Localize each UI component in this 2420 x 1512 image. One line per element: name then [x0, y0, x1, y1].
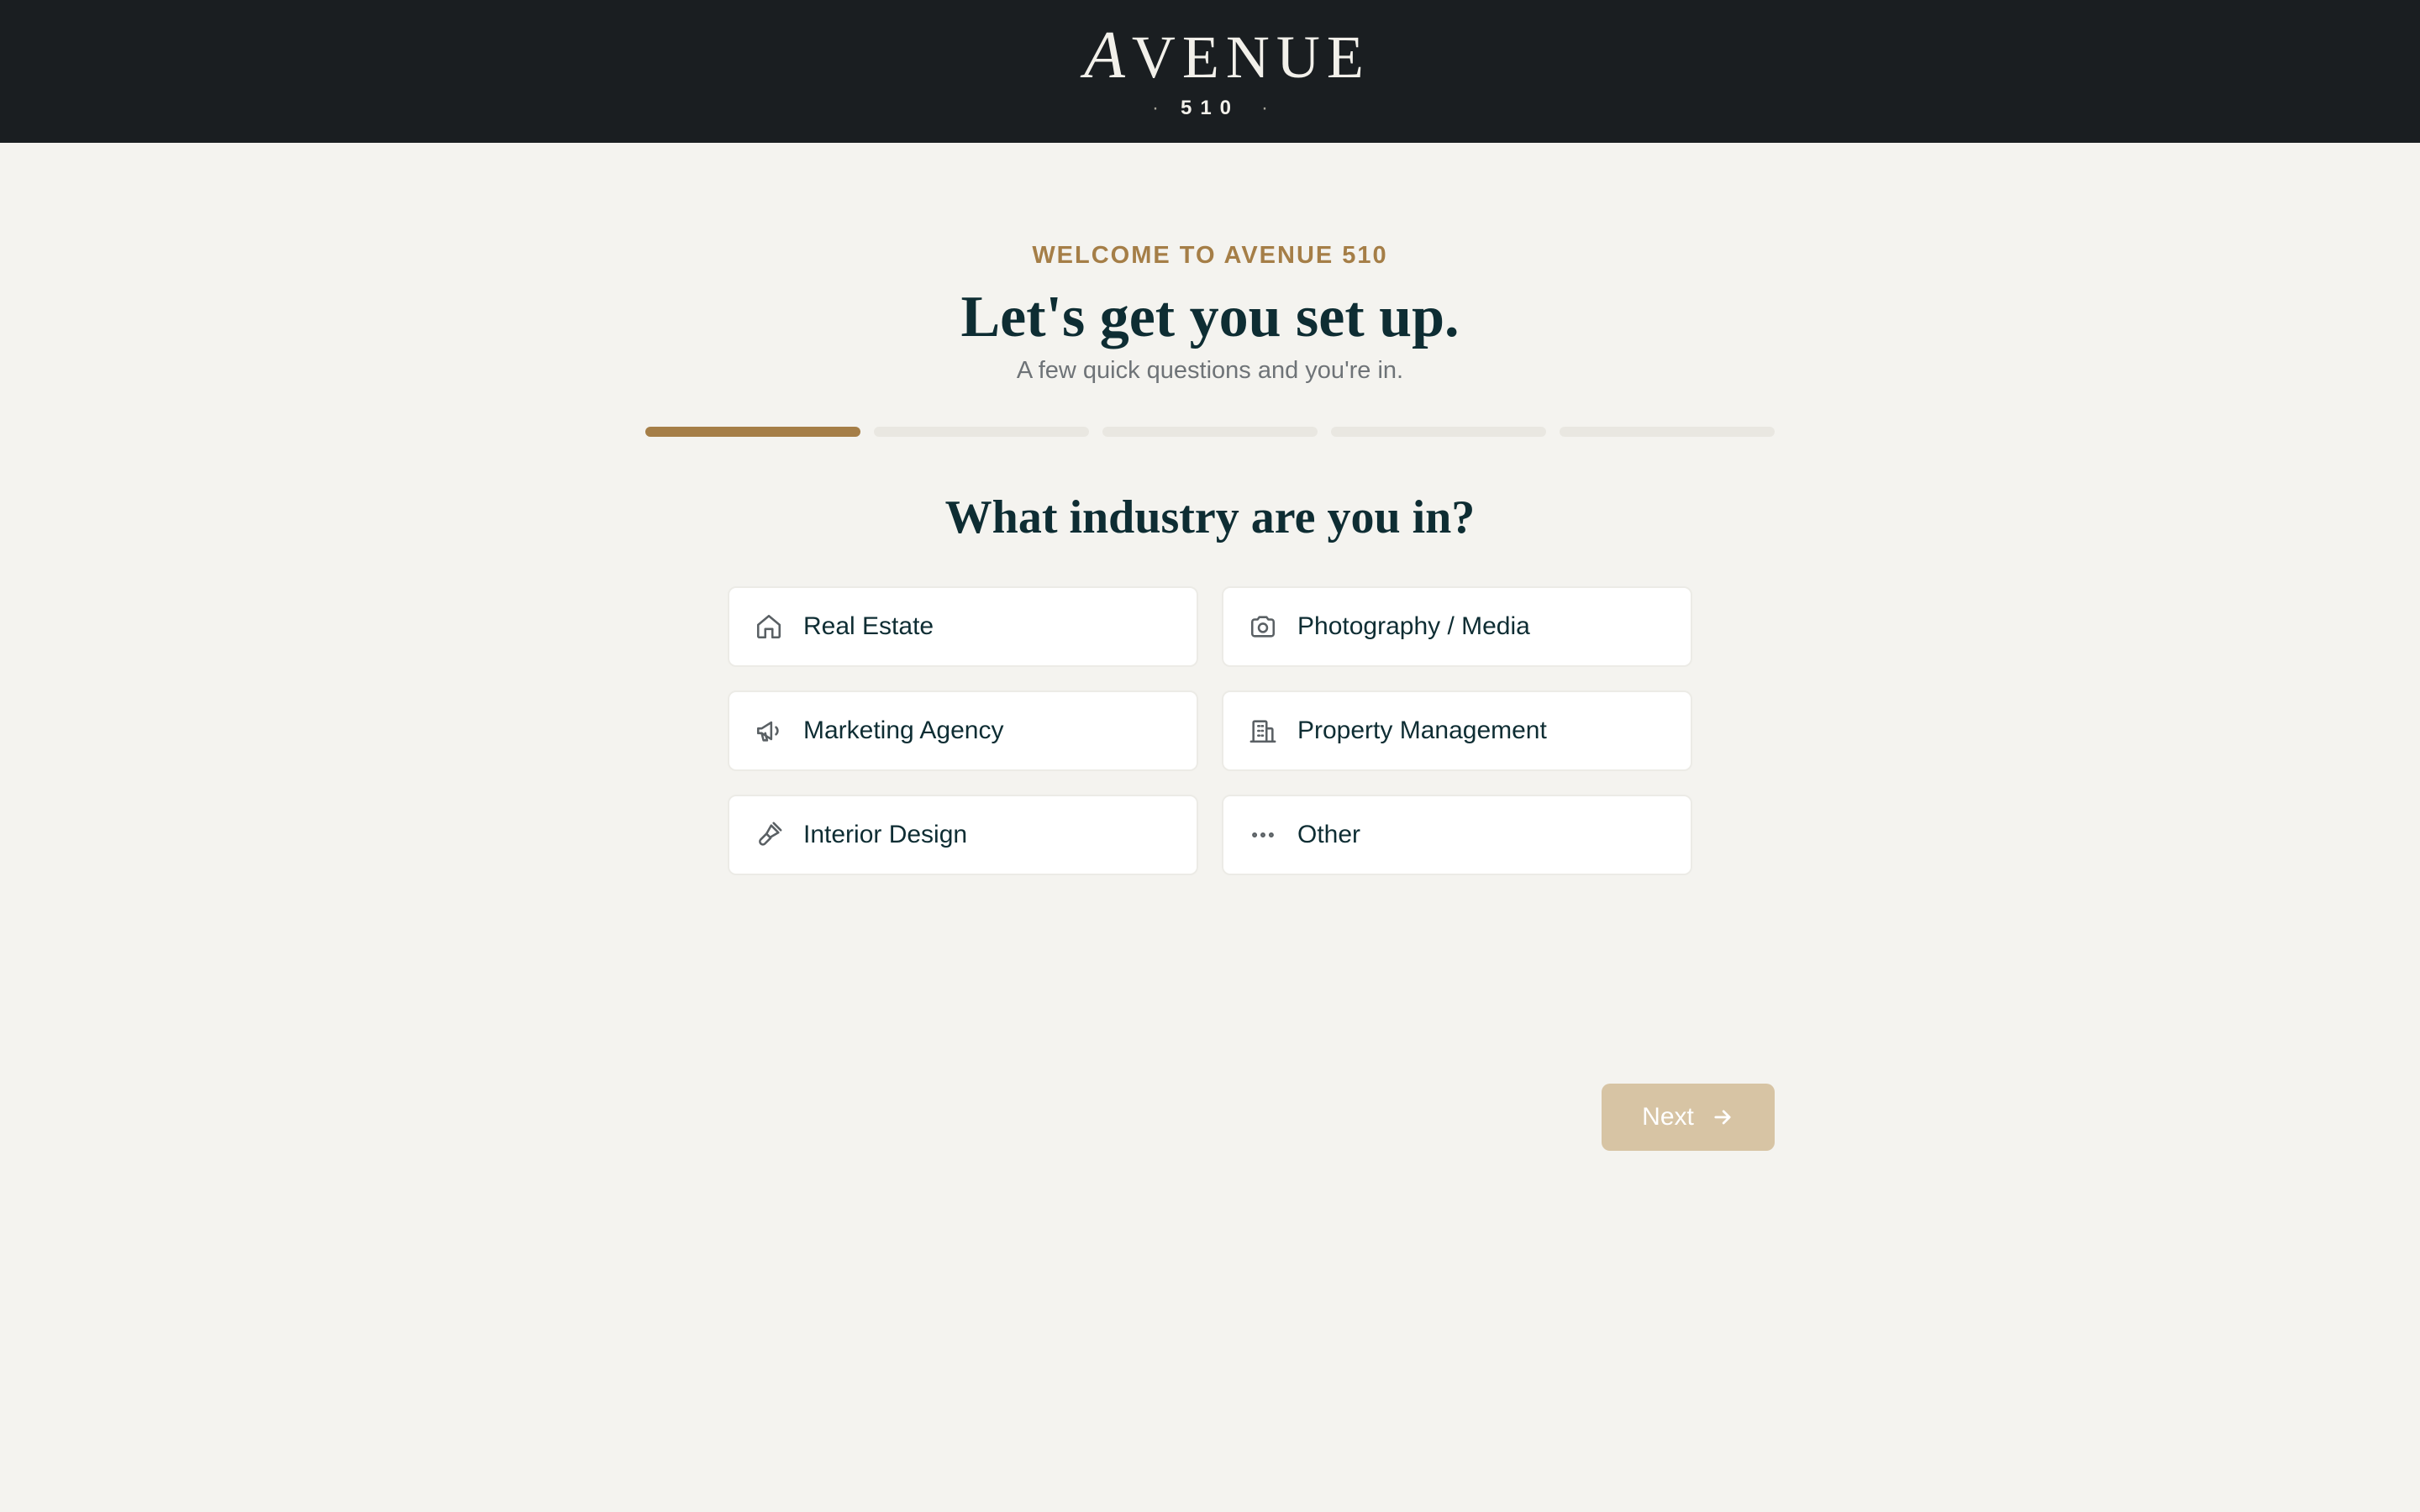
option-real-estate[interactable]: Real Estate — [728, 586, 1198, 667]
logo-wordmark-rest: VENUE — [1131, 24, 1370, 91]
progress-step-5 — [1560, 427, 1775, 437]
camera-icon — [1249, 612, 1277, 641]
arrow-right-icon — [1714, 1110, 1731, 1125]
option-label: Photography / Media — [1297, 612, 1530, 640]
option-label: Property Management — [1297, 717, 1547, 744]
progress-step-2 — [874, 427, 1089, 437]
building-icon — [1249, 717, 1277, 745]
welcome-eyebrow: WELCOME TO AVENUE 510 — [1032, 242, 1388, 269]
next-button-label: Next — [1642, 1103, 1694, 1131]
page-subtitle: A few quick questions and you're in. — [1016, 357, 1404, 384]
onboarding-progress — [645, 427, 1775, 437]
progress-step-1 — [645, 427, 860, 437]
option-photography-media[interactable]: Photography / Media — [1222, 586, 1692, 667]
logo-separator-right: · — [1261, 97, 1269, 119]
option-marketing-agency[interactable]: Marketing Agency — [728, 690, 1198, 771]
option-other[interactable]: Other — [1222, 795, 1692, 875]
progress-step-3 — [1102, 427, 1318, 437]
progress-step-4 — [1331, 427, 1546, 437]
more-horizontal-icon — [1249, 821, 1277, 849]
megaphone-icon — [755, 717, 783, 745]
option-property-management[interactable]: Property Management — [1222, 690, 1692, 771]
paintbrush-icon — [755, 821, 783, 849]
logo-wordmark-initial: A — [1084, 18, 1132, 92]
next-button[interactable]: Next — [1602, 1084, 1775, 1151]
option-interior-design[interactable]: Interior Design — [728, 795, 1198, 875]
option-label: Interior Design — [803, 821, 968, 848]
top-header: AVENUE · 510 · — [0, 0, 2420, 143]
logo-number: 510 — [1180, 97, 1240, 119]
option-label: Real Estate — [803, 612, 934, 640]
option-label: Marketing Agency — [803, 717, 1004, 744]
industry-options: Real Estate Photography / Media Marketin… — [728, 586, 1692, 875]
logo-separator-left: · — [1151, 97, 1159, 119]
home-icon — [755, 612, 783, 641]
logo-wordmark: AVENUE — [1084, 22, 1364, 89]
avenue-510-logo[interactable]: AVENUE · 510 · — [1084, 22, 1364, 119]
question-heading: What industry are you in? — [944, 491, 1476, 543]
option-label: Other — [1297, 821, 1361, 848]
page-title: Let's get you set up. — [960, 285, 1460, 349]
logo-number-line: · 510 · — [1084, 97, 1336, 119]
